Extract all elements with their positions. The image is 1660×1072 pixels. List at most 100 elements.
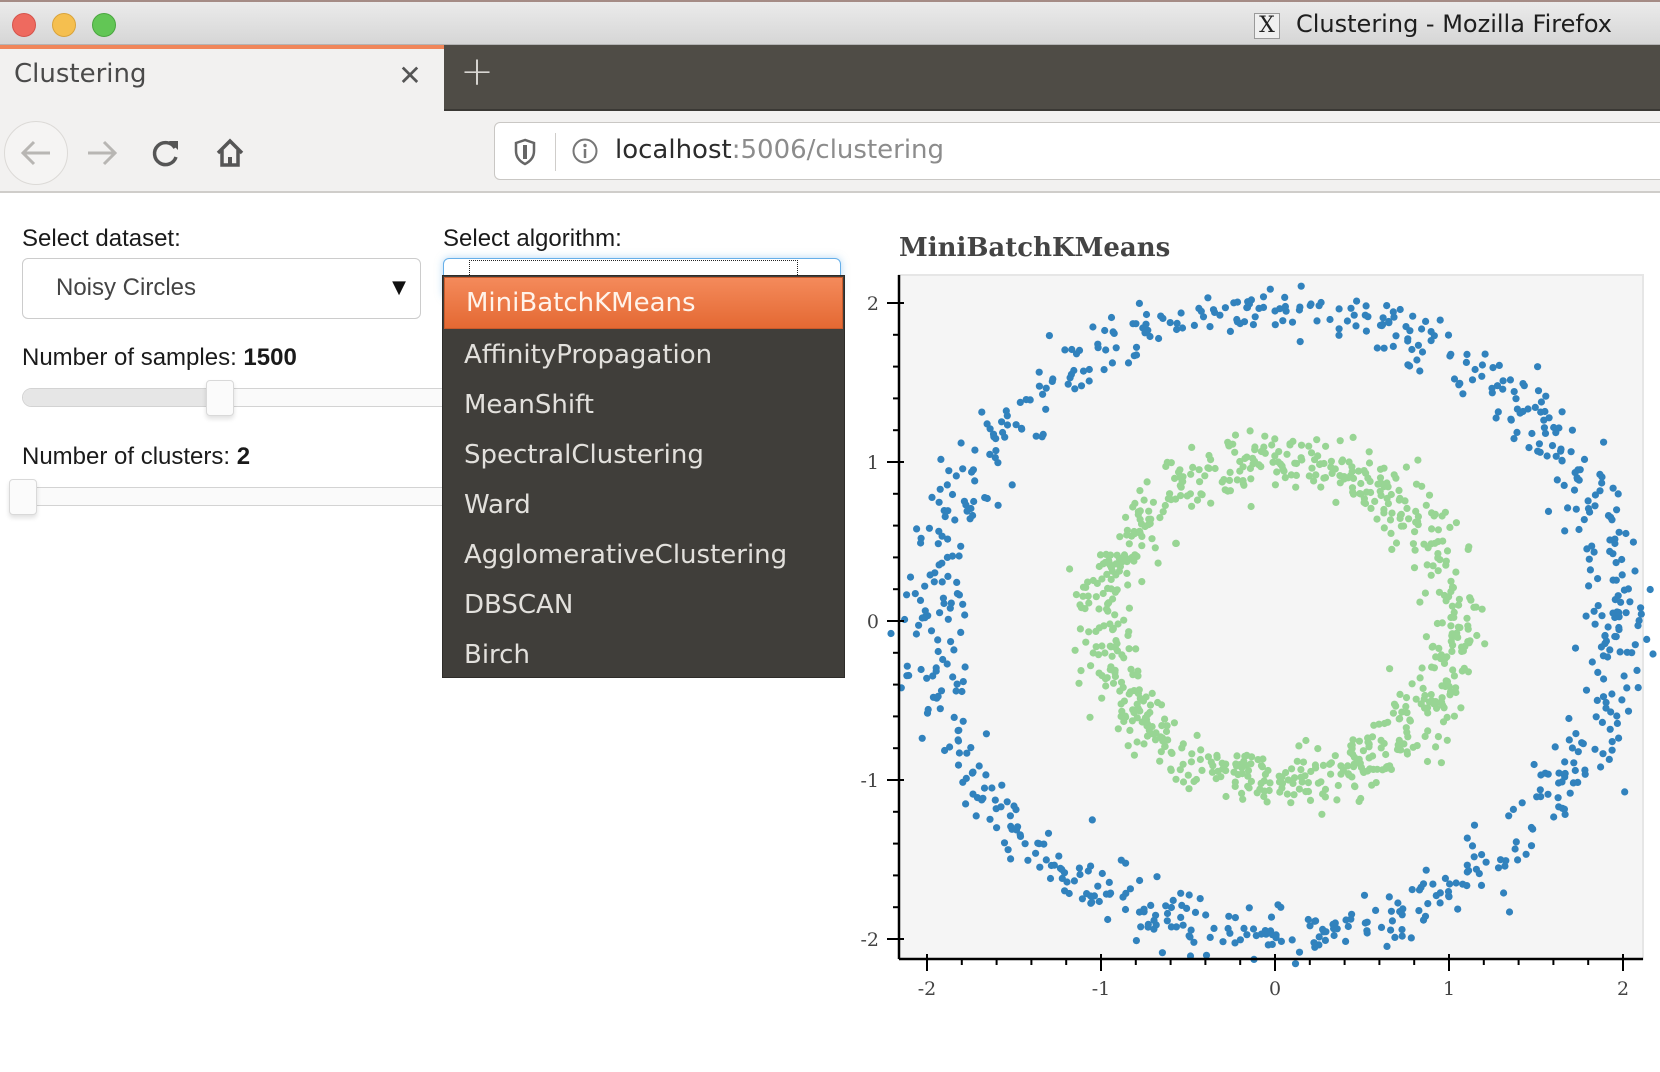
menu-item-spectralclustering[interactable]: SpectralClustering (443, 430, 844, 480)
data-point-series-0 (959, 717, 967, 725)
data-point-series-0 (1313, 317, 1321, 325)
data-point-series-1 (1422, 501, 1430, 509)
data-point-series-1 (1107, 585, 1115, 593)
data-point-series-0 (968, 769, 977, 777)
data-point-series-0 (1152, 921, 1160, 929)
menu-item-dbscan[interactable]: DBSCAN (443, 580, 844, 630)
data-point-series-1 (1369, 752, 1377, 760)
data-point-series-1 (1302, 788, 1310, 796)
data-point-series-0 (1571, 766, 1579, 775)
plot-area[interactable] (898, 274, 1644, 960)
data-point-series-1 (1197, 490, 1205, 498)
back-button[interactable] (4, 121, 68, 185)
data-point-series-1 (1397, 510, 1405, 518)
data-point-series-0 (1565, 714, 1573, 723)
data-point-series-1 (1159, 737, 1167, 745)
shield-icon[interactable] (513, 138, 537, 166)
url-bar[interactable]: localhost:5006/clustering (494, 122, 1660, 180)
data-point-series-0 (1008, 825, 1016, 833)
data-point-series-0 (916, 596, 925, 605)
home-button[interactable] (198, 121, 262, 185)
menu-item-affinitypropagation[interactable]: AffinityPropagation (443, 330, 844, 380)
data-point-series-0 (981, 494, 989, 502)
plus-icon[interactable]: + (460, 52, 494, 93)
close-window-button[interactable] (12, 13, 36, 37)
data-point-series-0 (1567, 448, 1575, 456)
menu-item-meanshift[interactable]: MeanShift (443, 380, 844, 430)
data-point-series-1 (1386, 516, 1395, 524)
data-point-series-0 (1281, 302, 1289, 311)
samples-slider[interactable] (22, 388, 462, 407)
data-point-series-0 (1329, 920, 1337, 929)
data-point-series-1 (1204, 464, 1212, 472)
data-point-series-1 (1414, 517, 1422, 526)
data-point-series-0 (1620, 672, 1628, 680)
data-point-series-0 (1608, 746, 1616, 754)
samples-slider-handle[interactable] (206, 380, 234, 416)
data-point-series-0 (1042, 384, 1050, 392)
x-tick-label: -2 (918, 978, 937, 1000)
data-point-series-1 (1190, 777, 1198, 786)
data-point-series-1 (1117, 678, 1126, 686)
menu-item-birch[interactable]: Birch (443, 630, 844, 680)
data-point-series-0 (1139, 324, 1147, 332)
close-icon[interactable]: ✕ (396, 61, 424, 91)
data-point-series-0 (1536, 786, 1544, 794)
menu-item-agglomerativeclustering[interactable]: AgglomerativeClustering (443, 530, 844, 580)
data-point-series-1 (1162, 462, 1170, 470)
data-point-series-1 (1427, 691, 1435, 699)
data-point-series-1 (1331, 465, 1339, 473)
data-point-series-1 (1392, 702, 1400, 710)
info-icon[interactable] (571, 137, 599, 165)
data-point-series-1 (1101, 675, 1110, 683)
tab-clustering[interactable]: Clustering ✕ (0, 45, 444, 111)
data-point-series-0 (1024, 856, 1032, 864)
data-point-series-1 (1344, 770, 1352, 778)
forward-button[interactable] (70, 121, 134, 185)
data-point-series-0 (1140, 905, 1148, 913)
dataset-label: Select dataset: (22, 225, 181, 252)
data-point-series-0 (947, 638, 955, 646)
clusters-slider-handle[interactable] (9, 479, 37, 515)
data-point-series-1 (1157, 734, 1165, 742)
data-point-series-0 (1167, 903, 1175, 912)
data-point-series-0 (1272, 931, 1280, 939)
data-point-series-0 (1505, 908, 1514, 916)
data-point-series-0 (1581, 766, 1589, 774)
menu-item-minibatchkmeans[interactable]: MiniBatchKMeans (444, 277, 843, 329)
data-point-series-1 (1278, 784, 1286, 792)
data-point-series-0 (1541, 407, 1549, 416)
data-point-series-1 (1257, 463, 1265, 471)
data-point-series-0 (990, 433, 998, 441)
data-point-series-1 (1113, 551, 1121, 559)
url-text[interactable]: localhost:5006/clustering (615, 135, 944, 165)
data-point-series-0 (954, 736, 962, 744)
menu-item-ward[interactable]: Ward (443, 480, 844, 530)
data-point-series-1 (1357, 763, 1365, 772)
data-point-series-1 (1268, 441, 1276, 449)
data-point-series-1 (1109, 626, 1117, 634)
data-point-series-1 (1347, 742, 1355, 750)
data-point-series-0 (933, 694, 941, 702)
data-point-series-1 (1126, 688, 1135, 696)
data-point-series-1 (1439, 702, 1447, 710)
reload-button[interactable] (134, 121, 198, 185)
data-point-series-1 (1136, 507, 1144, 515)
data-point-series-0 (1387, 907, 1395, 915)
minimize-window-button[interactable] (52, 13, 76, 37)
maximize-window-button[interactable] (92, 13, 116, 37)
data-point-series-0 (1579, 740, 1587, 748)
data-point-series-1 (1348, 745, 1356, 753)
data-point-series-0 (968, 468, 976, 476)
clusters-slider[interactable] (10, 487, 462, 506)
data-point-series-1 (1099, 560, 1107, 568)
data-point-series-1 (1412, 518, 1420, 526)
dataset-select[interactable]: Noisy Circles ▼ (22, 258, 421, 319)
data-point-series-1 (1435, 588, 1443, 596)
data-point-series-0 (926, 571, 934, 579)
data-point-series-0 (1297, 282, 1305, 290)
data-point-series-0 (1110, 329, 1118, 337)
data-point-series-1 (1431, 539, 1439, 547)
data-point-series-0 (1631, 641, 1639, 649)
data-point-series-0 (1492, 414, 1500, 422)
